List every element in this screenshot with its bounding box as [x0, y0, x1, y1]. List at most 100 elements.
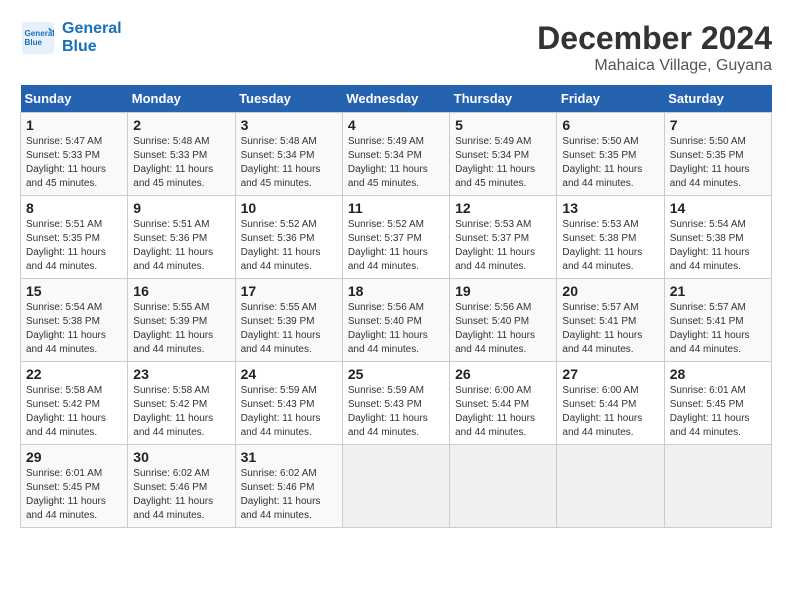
table-row: 15Sunrise: 5:54 AMSunset: 5:38 PMDayligh…: [21, 279, 128, 362]
table-row: 19 Sunrise: 5:56 AMSunset: 5:40 PMDayligh…: [450, 279, 557, 362]
day-number: 14: [670, 200, 766, 216]
day-info: Sunrise: 5:49 AMSunset: 5:34 PMDaylight:…: [455, 136, 535, 189]
table-row: 30Sunrise: 6:02 AMSunset: 5:46 PMDayligh…: [128, 445, 235, 528]
day-number: 20: [562, 283, 658, 299]
day-info: Sunrise: 5:51 AMSunset: 5:36 PMDaylight:…: [133, 219, 213, 272]
col-tuesday: Tuesday: [235, 85, 342, 113]
table-row: [557, 445, 664, 528]
table-row: 25 Sunrise: 5:59 AMSunset: 5:43 PMDayligh…: [342, 362, 449, 445]
svg-text:Blue: Blue: [25, 38, 43, 47]
calendar-table: Sunday Monday Tuesday Wednesday Thursday…: [20, 85, 772, 528]
day-info: Sunrise: 6:00 AMSunset: 5:44 PMDaylight:…: [455, 385, 535, 438]
logo-text-line1: General: [62, 20, 122, 38]
day-info: Sunrise: 5:51 AMSunset: 5:35 PMDaylight:…: [26, 219, 106, 272]
col-monday: Monday: [128, 85, 235, 113]
table-row: 20 Sunrise: 5:57 AMSunset: 5:41 PMDayligh…: [557, 279, 664, 362]
col-wednesday: Wednesday: [342, 85, 449, 113]
col-friday: Friday: [557, 85, 664, 113]
day-info: Sunrise: 6:02 AMSunset: 5:46 PMDaylight:…: [133, 468, 213, 521]
day-number: 15: [26, 283, 122, 299]
table-row: 16 Sunrise: 5:55 AMSunset: 5:39 PMDayligh…: [128, 279, 235, 362]
day-number: 23: [133, 366, 229, 382]
page-header: General Blue General Blue December 2024 …: [20, 20, 772, 75]
day-number: 12: [455, 200, 551, 216]
day-number: 17: [241, 283, 337, 299]
table-row: [664, 445, 771, 528]
table-row: 2 Sunrise: 5:48 AMSunset: 5:33 PMDaylight…: [128, 113, 235, 196]
day-info: Sunrise: 5:48 AMSunset: 5:34 PMDaylight:…: [241, 136, 321, 189]
day-number: 22: [26, 366, 122, 382]
day-info: Sunrise: 5:53 AMSunset: 5:38 PMDaylight:…: [562, 219, 642, 272]
table-row: 14 Sunrise: 5:54 AMSunset: 5:38 PMDayligh…: [664, 196, 771, 279]
calendar-week-row: 8 Sunrise: 5:51 AMSunset: 5:35 PMDaylight…: [21, 196, 772, 279]
table-row: 9 Sunrise: 5:51 AMSunset: 5:36 PMDaylight…: [128, 196, 235, 279]
day-info: Sunrise: 5:55 AMSunset: 5:39 PMDaylight:…: [241, 302, 321, 355]
day-number: 13: [562, 200, 658, 216]
day-info: Sunrise: 5:55 AMSunset: 5:39 PMDaylight:…: [133, 302, 213, 355]
table-row: 21 Sunrise: 5:57 AMSunset: 5:41 PMDayligh…: [664, 279, 771, 362]
calendar-header-row: Sunday Monday Tuesday Wednesday Thursday…: [21, 85, 772, 113]
table-row: 23 Sunrise: 5:58 AMSunset: 5:42 PMDayligh…: [128, 362, 235, 445]
day-number: 31: [241, 449, 337, 465]
day-number: 19: [455, 283, 551, 299]
day-number: 9: [133, 200, 229, 216]
day-info: Sunrise: 5:57 AMSunset: 5:41 PMDaylight:…: [562, 302, 642, 355]
day-info: Sunrise: 5:52 AMSunset: 5:37 PMDaylight:…: [348, 219, 428, 272]
month-title: December 2024: [537, 20, 772, 57]
table-row: 29 Sunrise: 6:01 AMSunset: 5:45 PMDayligh…: [21, 445, 128, 528]
table-row: 6 Sunrise: 5:50 AMSunset: 5:35 PMDaylight…: [557, 113, 664, 196]
col-sunday: Sunday: [21, 85, 128, 113]
day-number: 29: [26, 449, 122, 465]
calendar-week-row: 22 Sunrise: 5:58 AMSunset: 5:42 PMDayligh…: [21, 362, 772, 445]
table-row: 3Sunrise: 5:48 AMSunset: 5:34 PMDaylight…: [235, 113, 342, 196]
table-row: 31 Sunrise: 6:02 AMSunset: 5:46 PMDayligh…: [235, 445, 342, 528]
day-number: 8: [26, 200, 122, 216]
logo: General Blue General Blue: [20, 20, 122, 56]
day-info: Sunrise: 6:01 AMSunset: 5:45 PMDaylight:…: [26, 468, 106, 521]
col-saturday: Saturday: [664, 85, 771, 113]
day-info: Sunrise: 5:50 AMSunset: 5:35 PMDaylight:…: [562, 136, 642, 189]
day-info: Sunrise: 5:58 AMSunset: 5:42 PMDaylight:…: [133, 385, 213, 438]
day-number: 11: [348, 200, 444, 216]
table-row: [342, 445, 449, 528]
table-row: 26Sunrise: 6:00 AMSunset: 5:44 PMDayligh…: [450, 362, 557, 445]
table-row: 11 Sunrise: 5:52 AMSunset: 5:37 PMDayligh…: [342, 196, 449, 279]
day-number: 25: [348, 366, 444, 382]
calendar-week-row: 1 Sunrise: 5:47 AMSunset: 5:33 PMDaylight…: [21, 113, 772, 196]
day-number: 4: [348, 117, 444, 133]
table-row: 1 Sunrise: 5:47 AMSunset: 5:33 PMDaylight…: [21, 113, 128, 196]
day-info: Sunrise: 5:57 AMSunset: 5:41 PMDaylight:…: [670, 302, 750, 355]
logo-text-line2: Blue: [62, 38, 122, 56]
table-row: 4Sunrise: 5:49 AMSunset: 5:34 PMDaylight…: [342, 113, 449, 196]
day-number: 21: [670, 283, 766, 299]
table-row: 12 Sunrise: 5:53 AMSunset: 5:37 PMDayligh…: [450, 196, 557, 279]
table-row: 13 Sunrise: 5:53 AMSunset: 5:38 PMDayligh…: [557, 196, 664, 279]
day-info: Sunrise: 5:48 AMSunset: 5:33 PMDaylight:…: [133, 136, 213, 189]
logo-icon: General Blue: [20, 20, 56, 56]
day-info: Sunrise: 6:01 AMSunset: 5:45 PMDaylight:…: [670, 385, 750, 438]
day-number: 1: [26, 117, 122, 133]
col-thursday: Thursday: [450, 85, 557, 113]
day-info: Sunrise: 5:53 AMSunset: 5:37 PMDaylight:…: [455, 219, 535, 272]
day-info: Sunrise: 5:52 AMSunset: 5:36 PMDaylight:…: [241, 219, 321, 272]
table-row: 10 Sunrise: 5:52 AMSunset: 5:36 PMDayligh…: [235, 196, 342, 279]
day-number: 5: [455, 117, 551, 133]
day-number: 2: [133, 117, 229, 133]
table-row: 18Sunrise: 5:56 AMSunset: 5:40 PMDayligh…: [342, 279, 449, 362]
day-info: Sunrise: 6:02 AMSunset: 5:46 PMDaylight:…: [241, 468, 321, 521]
day-number: 10: [241, 200, 337, 216]
day-info: Sunrise: 5:47 AMSunset: 5:33 PMDaylight:…: [26, 136, 106, 189]
table-row: 8 Sunrise: 5:51 AMSunset: 5:35 PMDaylight…: [21, 196, 128, 279]
day-info: Sunrise: 5:54 AMSunset: 5:38 PMDaylight:…: [670, 219, 750, 272]
day-info: Sunrise: 5:50 AMSunset: 5:35 PMDaylight:…: [670, 136, 750, 189]
table-row: 17 Sunrise: 5:55 AMSunset: 5:39 PMDayligh…: [235, 279, 342, 362]
calendar-week-row: 29 Sunrise: 6:01 AMSunset: 5:45 PMDayligh…: [21, 445, 772, 528]
day-info: Sunrise: 5:59 AMSunset: 5:43 PMDaylight:…: [348, 385, 428, 438]
day-number: 16: [133, 283, 229, 299]
day-info: Sunrise: 5:59 AMSunset: 5:43 PMDaylight:…: [241, 385, 321, 438]
table-row: 7Sunrise: 5:50 AMSunset: 5:35 PMDaylight…: [664, 113, 771, 196]
day-number: 6: [562, 117, 658, 133]
day-number: 24: [241, 366, 337, 382]
day-info: Sunrise: 5:56 AMSunset: 5:40 PMDaylight:…: [455, 302, 535, 355]
table-row: 22Sunrise: 5:58 AMSunset: 5:42 PMDayligh…: [21, 362, 128, 445]
